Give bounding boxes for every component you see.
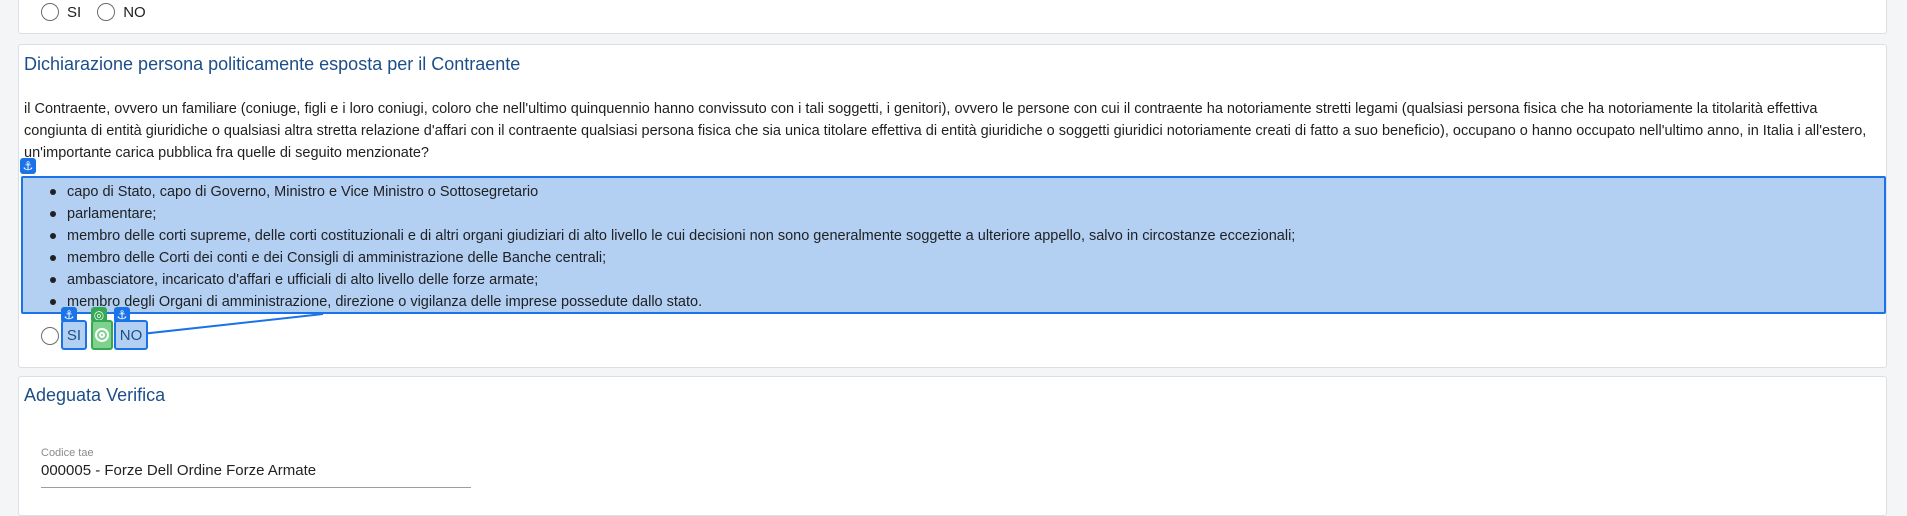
pep-declaration-card: Dichiarazione persona politicamente espo… [18, 44, 1887, 368]
radio-no-highlight[interactable] [91, 320, 113, 350]
radio-no-label-highlight[interactable]: NO [114, 320, 148, 350]
radio-no-label: NO [119, 326, 143, 344]
radio-no-previous[interactable] [97, 3, 116, 21]
radio-no-label: NO [123, 3, 146, 21]
codice-tae-label: Codice tae [41, 447, 94, 459]
radio-si-label-highlight[interactable]: SI [61, 320, 87, 350]
radio-no-target-icon [95, 328, 109, 342]
radio-si-previous[interactable] [41, 3, 59, 21]
codice-tae-field[interactable]: 000005 - Forze Dell Ordine Forze Armate [41, 461, 471, 488]
previous-question-options: SI NO [41, 3, 154, 21]
radio-si[interactable] [41, 327, 59, 345]
radio-si-label: SI [67, 3, 82, 21]
radio-si-label: SI [66, 326, 82, 344]
verification-card: Adeguata Verifica Codice tae 000005 - Fo… [18, 376, 1887, 516]
previous-question-card: SI NO [18, 0, 1887, 34]
section-title: Adeguata Verifica [24, 385, 166, 405]
